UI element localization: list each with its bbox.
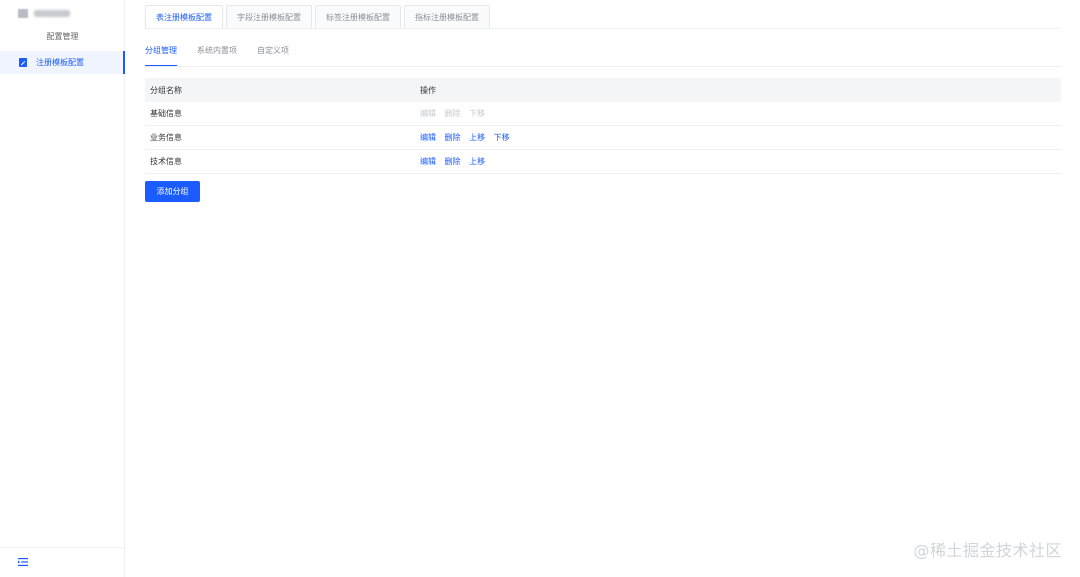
header-group-name: 分组名称 — [150, 85, 182, 95]
header-actions: 操作 — [420, 85, 436, 95]
sidebar-collapse-toggle[interactable] — [0, 547, 125, 577]
delete-action: 删除 — [444, 109, 461, 118]
top-tabs: 表注册模板配置 字段注册模板配置 标签注册模板配置 指标注册模板配置 — [145, 5, 493, 29]
sidebar: 配置管理 注册模板配置 — [0, 0, 125, 577]
move-down-action[interactable]: 下移 — [494, 133, 510, 142]
edit-doc-icon — [19, 58, 27, 67]
table-row: 基础信息 编辑 删除 下移 — [145, 102, 1061, 126]
group-name-cell: 技术信息 — [150, 157, 182, 166]
brand-logo — [18, 9, 28, 18]
subtab-system-builtin[interactable]: 系统内置项 — [197, 45, 237, 67]
table-row: 技术信息 编辑 删除 上移 — [145, 150, 1061, 174]
move-up-action[interactable]: 上移 — [469, 133, 485, 142]
sidebar-item-label: 注册模板配置 — [36, 58, 84, 67]
sub-tabs: 分组管理 系统内置项 自定义项 — [145, 45, 309, 67]
delete-action[interactable]: 删除 — [445, 133, 461, 142]
delete-action[interactable]: 删除 — [445, 157, 461, 166]
app-root: 配置管理 注册模板配置 表注册模板配置 字段注册模板配置 标签注册模板配置 指标… — [0, 0, 1080, 577]
subtab-group-management[interactable]: 分组管理 — [145, 45, 177, 67]
brand — [18, 9, 70, 18]
move-down-action: 下移 — [469, 109, 486, 118]
group-name-cell: 业务信息 — [150, 133, 182, 142]
tab-table-register-template[interactable]: 表注册模板配置 — [145, 5, 223, 29]
sidebar-group-title: 配置管理 — [46, 32, 79, 41]
edit-action: 编辑 — [420, 109, 436, 118]
watermark: @稀土掘金技术社区 — [913, 541, 1062, 560]
table-header: 分组名称 操作 — [145, 78, 1061, 102]
menu-fold-icon — [18, 557, 28, 568]
edit-action[interactable]: 编辑 — [420, 133, 436, 142]
move-up-action[interactable]: 上移 — [469, 157, 485, 166]
table-row: 业务信息 编辑 删除 上移 下移 — [145, 126, 1061, 150]
row-actions: 编辑 删除 上移 下移 — [420, 132, 1061, 143]
subtab-custom-items[interactable]: 自定义项 — [257, 45, 289, 67]
tab-tag-register-template[interactable]: 标签注册模板配置 — [315, 5, 401, 29]
add-group-button[interactable]: 添加分组 — [145, 181, 200, 202]
group-name-cell: 基础信息 — [150, 109, 182, 118]
row-actions: 编辑 删除 下移 — [420, 108, 1061, 119]
sub-tabs-divider — [145, 66, 1061, 67]
edit-action[interactable]: 编辑 — [420, 157, 436, 166]
row-actions: 编辑 删除 上移 — [420, 156, 1061, 167]
top-tabs-divider — [145, 28, 1060, 29]
main-content: 表注册模板配置 字段注册模板配置 标签注册模板配置 指标注册模板配置 分组管理 … — [125, 0, 1080, 577]
sidebar-item-register-template[interactable]: 注册模板配置 — [0, 51, 125, 74]
brand-name-blurred — [34, 10, 70, 17]
tab-metric-register-template[interactable]: 指标注册模板配置 — [404, 5, 490, 29]
group-table: 分组名称 操作 基础信息 编辑 删除 下移 业务信息 编辑 删除 上移 下移 技… — [145, 78, 1061, 174]
tab-field-register-template[interactable]: 字段注册模板配置 — [226, 5, 312, 29]
